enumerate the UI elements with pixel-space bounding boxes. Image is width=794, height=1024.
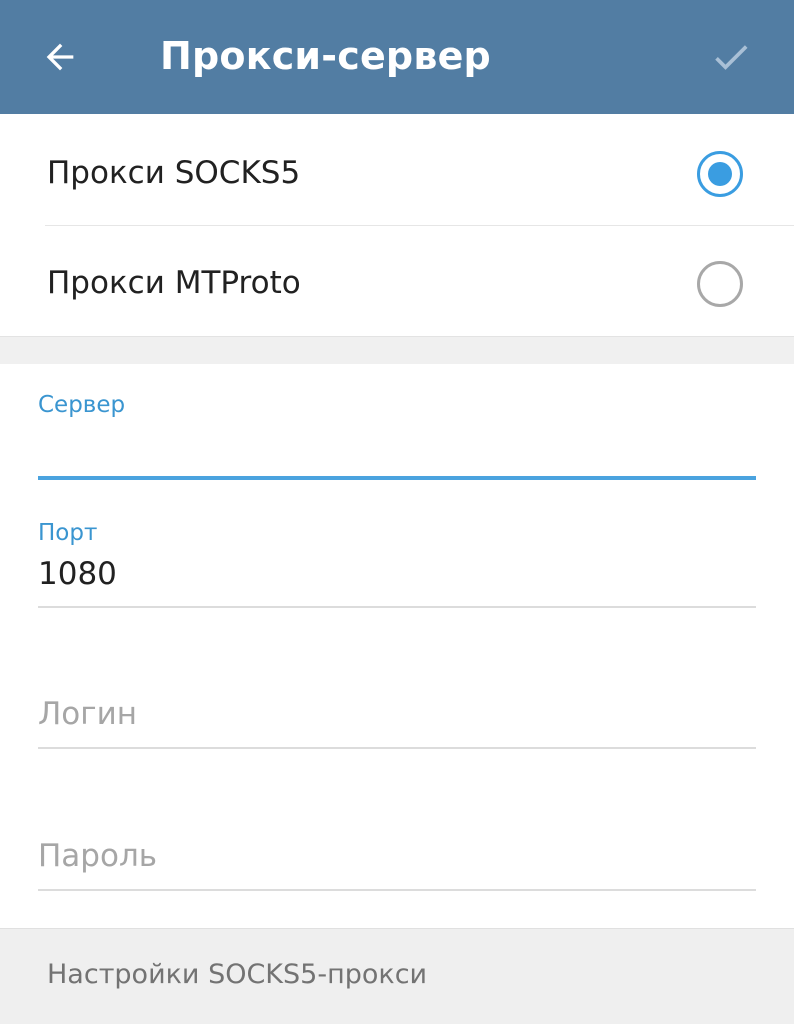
server-underline <box>38 476 756 480</box>
checkmark-icon <box>715 45 748 70</box>
server-label: Сервер <box>38 392 126 418</box>
password-input[interactable]: Пароль <box>38 838 157 874</box>
login-input[interactable]: Логин <box>38 696 137 732</box>
info-footer: Настройки SOCKS5-прокси <box>0 928 794 1024</box>
divider <box>45 225 794 226</box>
server-field[interactable]: Сервер <box>38 390 756 482</box>
done-button[interactable] <box>707 33 755 81</box>
proxy-type-label: Прокси SOCKS5 <box>47 155 301 191</box>
port-underline <box>38 606 756 608</box>
arrow-left-icon <box>46 43 74 71</box>
port-input[interactable]: 1080 <box>38 556 117 592</box>
proxy-type-label: Прокси MTProto <box>47 265 301 301</box>
login-underline <box>38 747 756 749</box>
page-title: Прокси-сервер <box>160 34 491 78</box>
login-field[interactable]: Логин <box>38 694 756 752</box>
app-bar: Прокси-сервер <box>0 0 794 114</box>
port-label: Порт <box>38 520 98 546</box>
footer-text: Настройки SOCKS5-прокси <box>47 959 428 990</box>
port-field[interactable]: Порт 1080 <box>38 518 756 610</box>
back-button[interactable] <box>36 33 84 81</box>
proxy-type-socks5[interactable]: Прокси SOCKS5 <box>0 118 794 229</box>
proxy-type-mtproto[interactable]: Прокси MTProto <box>0 228 794 339</box>
section-separator <box>0 336 794 364</box>
password-field[interactable]: Пароль <box>38 836 756 894</box>
password-underline <box>38 889 756 891</box>
radio-button-checked[interactable] <box>697 151 743 197</box>
radio-button[interactable] <box>697 261 743 307</box>
